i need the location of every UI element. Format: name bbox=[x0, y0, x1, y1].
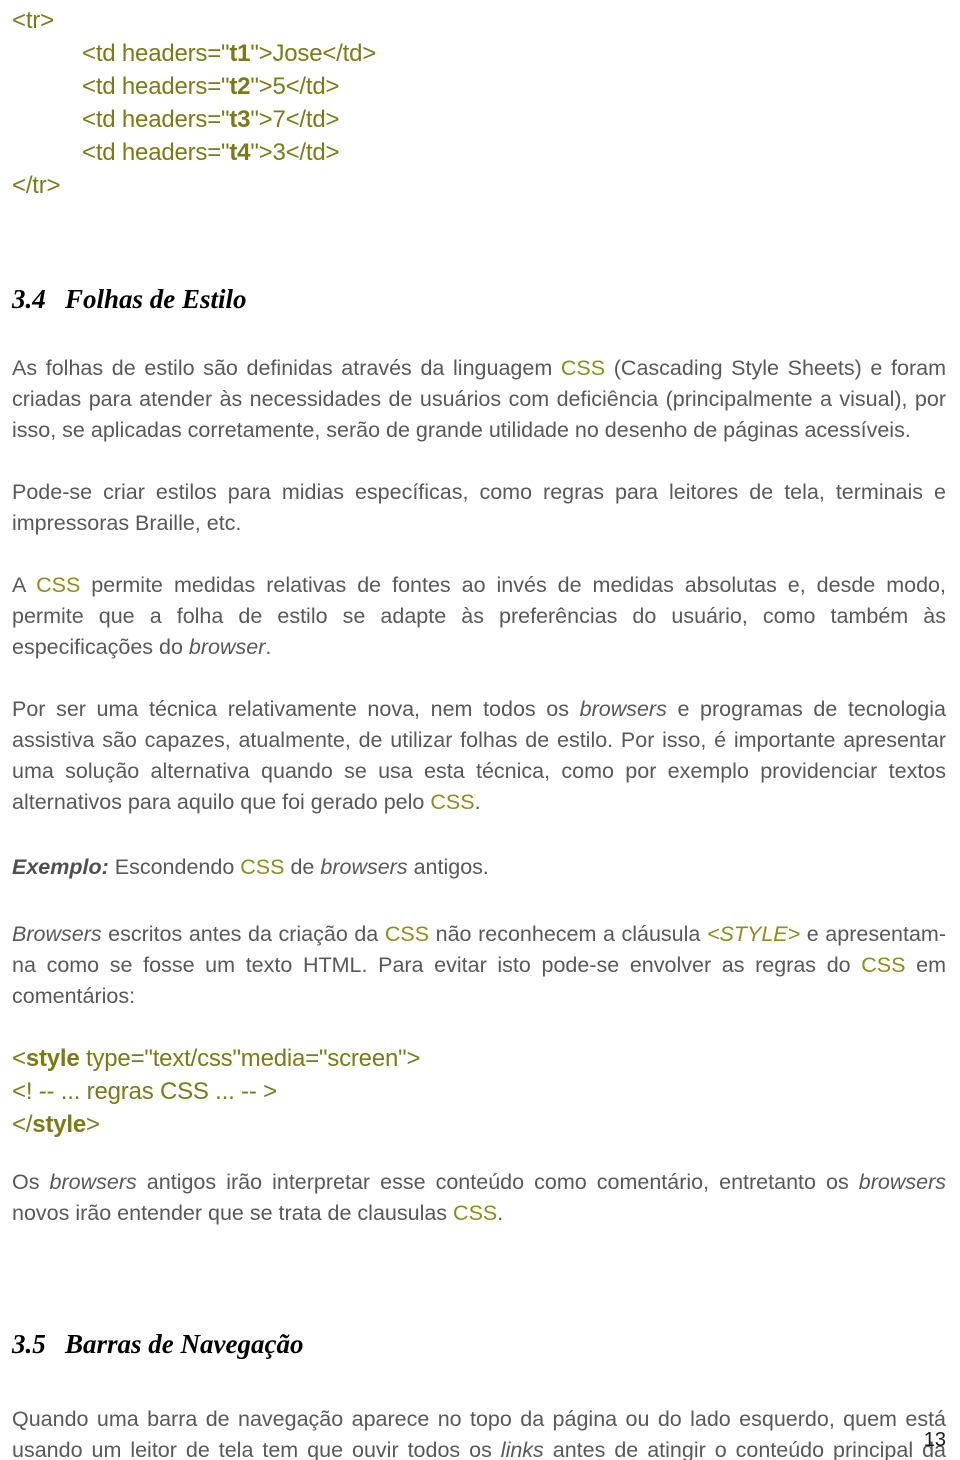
paragraph-definicao-css: As folhas de estilo são definidas atravé… bbox=[12, 353, 946, 446]
css-term: CSS bbox=[453, 1201, 498, 1225]
page-number: 13 bbox=[923, 1429, 946, 1451]
code-block-table-row: <tr> <td headers="t1">Jose</td> <td head… bbox=[12, 0, 946, 202]
paragraph-comentario-clausulas: Os browsers antigos irão interpretar ess… bbox=[12, 1167, 946, 1229]
paragraph-midias-especificas: Pode-se criar estilos para midias especí… bbox=[12, 477, 946, 539]
text-run: Por ser uma técnica relativamente nova, … bbox=[12, 697, 580, 721]
code-line-pre: <td headers=" bbox=[82, 73, 230, 100]
css-term: CSS bbox=[240, 855, 285, 879]
section-number: 3.4 bbox=[12, 284, 46, 314]
paragraph-tecnica-nova: Por ser uma técnica relativamente nova, … bbox=[12, 694, 946, 818]
code-line: <tr> bbox=[12, 7, 54, 34]
paragraph-exemplo-label: Exemplo: Escondendo CSS de browsers anti… bbox=[12, 852, 946, 883]
italic-term-browsers: browsers bbox=[858, 1170, 946, 1194]
code-line-post: ">7</td> bbox=[250, 106, 340, 133]
exemplo-label: Exemplo: bbox=[12, 855, 109, 879]
code-line-post: ">3</td> bbox=[250, 139, 340, 166]
code-line-bold: t1 bbox=[229, 40, 251, 67]
section-number: 3.5 bbox=[12, 1329, 46, 1359]
section-heading-34: 3.4 Folhas de Estilo bbox=[12, 284, 946, 315]
text-run: não reconhecem a cláusula bbox=[429, 922, 707, 946]
code-line: </tr> bbox=[12, 172, 61, 199]
css-term: CSS bbox=[36, 573, 81, 597]
italic-term-browser: browser bbox=[188, 635, 266, 659]
code-line-post: ">5</td> bbox=[250, 73, 340, 100]
text-run: . bbox=[497, 1201, 504, 1225]
paragraph-barra-navegacao: Quando uma barra de navegação aparece no… bbox=[12, 1404, 946, 1460]
text-run: Os bbox=[12, 1170, 50, 1194]
italic-term-browsers: Browsers bbox=[12, 922, 102, 946]
css-term: CSS bbox=[560, 356, 606, 380]
code-line-pre: <td headers=" bbox=[82, 106, 230, 133]
code-line-open: < bbox=[12, 1045, 26, 1072]
style-tag-term: <STYLE> bbox=[706, 922, 801, 946]
code-line-rest: type="text/css"media="screen"> bbox=[79, 1045, 421, 1072]
text-run: novos irão entender que se trata de clau… bbox=[12, 1201, 454, 1225]
paragraph-browsers-antigos-style: Browsers escritos antes da criação da CS… bbox=[12, 919, 946, 1012]
page-content: <tr> <td headers="t1">Jose</td> <td head… bbox=[12, 0, 946, 1460]
code-line-pre: <td headers=" bbox=[82, 139, 230, 166]
code-line-bold: t2 bbox=[229, 73, 251, 100]
text-run: escritos antes da criação da bbox=[101, 922, 385, 946]
text-run: . bbox=[474, 790, 481, 814]
section-heading-35: 3.5 Barras de Navegação bbox=[12, 1329, 946, 1360]
italic-term-browsers: browsers bbox=[49, 1170, 137, 1194]
text-run: antigos. bbox=[407, 855, 489, 879]
code-line-bold: t3 bbox=[229, 106, 251, 133]
code-keyword-style: style bbox=[32, 1111, 87, 1138]
text-run: Pode-se criar estilos para midias especí… bbox=[12, 480, 946, 535]
code-line-post: ">Jose</td> bbox=[250, 40, 377, 67]
italic-term-browsers: browsers bbox=[579, 697, 667, 721]
text-run: antigos irão interpretar esse conteúdo c… bbox=[136, 1170, 859, 1194]
text-run: As folhas de estilo são definidas atravé… bbox=[12, 356, 561, 380]
code-line-comment: <! -- ... regras CSS ... -- > bbox=[12, 1078, 277, 1105]
code-keyword-style: style bbox=[25, 1045, 80, 1072]
section-title: Barras de Navegação bbox=[65, 1329, 304, 1359]
text-run: Escondendo bbox=[108, 855, 241, 879]
code-block-style-tag: <style type="text/css"media="screen"> <!… bbox=[12, 1042, 946, 1141]
text-run: . bbox=[265, 635, 272, 659]
paragraph-medidas-relativas: A CSS permite medidas relativas de fonte… bbox=[12, 570, 946, 663]
css-term: CSS bbox=[861, 953, 906, 977]
css-term: CSS bbox=[384, 922, 430, 946]
italic-term-browsers: browsers bbox=[320, 855, 408, 879]
italic-term-links: links bbox=[500, 1438, 544, 1460]
code-line-bold: t4 bbox=[229, 139, 251, 166]
text-run: permite medidas relativas de fontes ao i… bbox=[12, 573, 946, 659]
document-page: <tr> <td headers="t1">Jose</td> <td head… bbox=[0, 0, 960, 1460]
code-line-pre: <td headers=" bbox=[82, 40, 230, 67]
code-line-close: > bbox=[86, 1111, 100, 1138]
section-title: Folhas de Estilo bbox=[65, 284, 247, 314]
text-run: A bbox=[12, 573, 37, 597]
text-run: de bbox=[284, 855, 321, 879]
css-term: CSS bbox=[430, 790, 475, 814]
code-line-open: </ bbox=[12, 1111, 33, 1138]
